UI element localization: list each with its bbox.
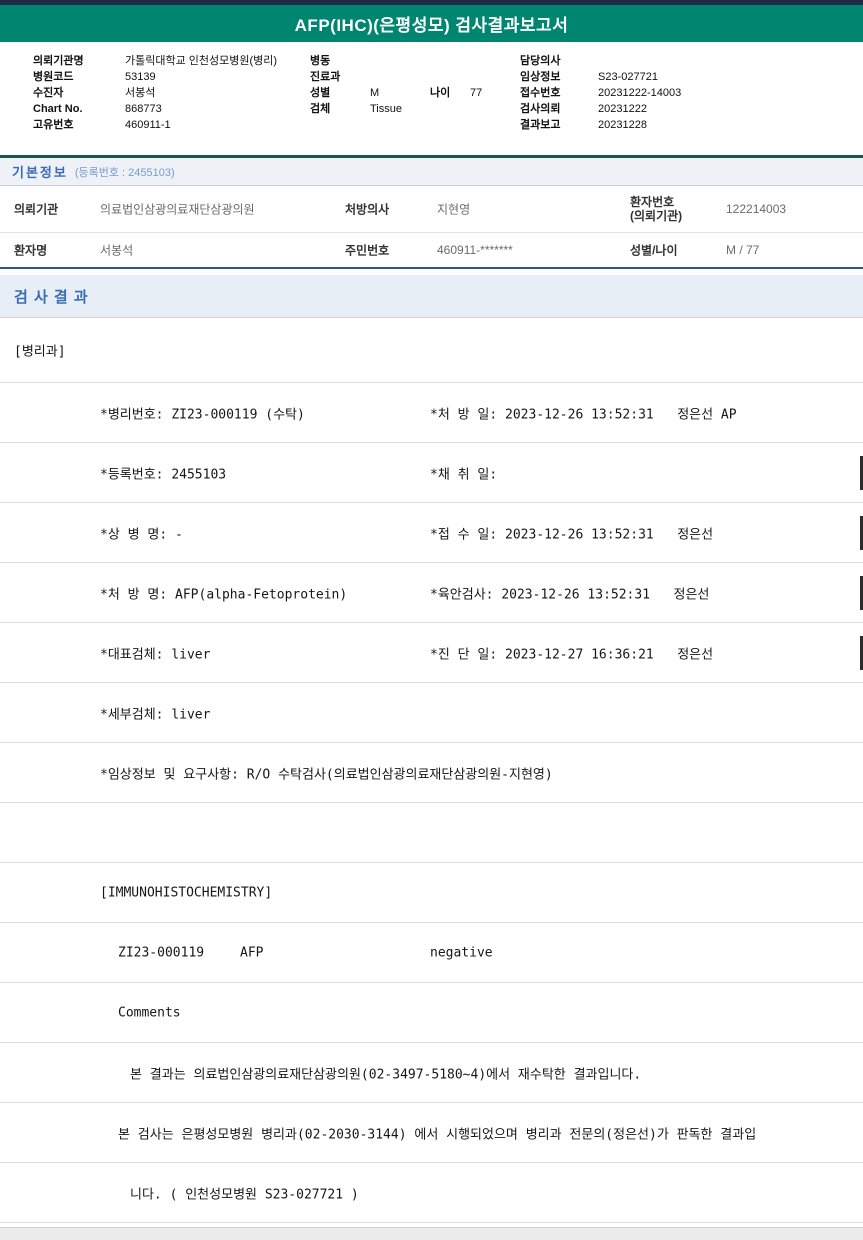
cell-label: 환자번호 (의뢰기관)	[630, 195, 682, 223]
result-text: *육안검사: 2023-12-26 13:52:31 정은선	[430, 583, 709, 602]
basic-info-table: 의뢰기관 의료법인삼광의료재단삼광의원 처방의사 지현영 환자번호 (의뢰기관)…	[0, 186, 863, 269]
report-page: AFP(IHC)(은평성모) 검사결과보고서 의뢰기관명 가톨릭대학교 인천성모…	[0, 0, 863, 1240]
field-label: 성별	[310, 85, 330, 101]
bottom-strip	[0, 1227, 863, 1240]
cell-value: M / 77	[726, 243, 759, 257]
result-row: 본 결과는 의료법인삼광의료재단삼광의원(02-3497-5180~4)에서 재…	[0, 1043, 863, 1103]
section-title: 검 사 결 과	[14, 286, 89, 307]
result-row-specimen: ZI23-000119 AFP negative	[0, 923, 863, 983]
field-value: 20231222-14003	[598, 85, 681, 101]
cell-label: 의뢰기관	[14, 201, 58, 218]
result-text: *임상정보 및 요구사항: R/O 수탁검사(의료법인삼광의료재단삼광의원-지현…	[100, 763, 553, 782]
field-label: 나이	[430, 85, 450, 101]
section-title: 기본정보	[12, 162, 68, 181]
field-value: S23-027721	[598, 69, 658, 85]
result-row: Comments	[0, 983, 863, 1043]
field-label: 진료과	[310, 69, 340, 85]
field-value: 20231228	[598, 117, 647, 133]
table-row: 환자명 서봉석 주민번호 460911-******* 성별/나이 M / 77	[0, 233, 863, 267]
result-text: 본 검사는 은평성모병원 병리과(02-2030-3144) 에서 시행되었으며…	[118, 1123, 756, 1142]
field-value: 가톨릭대학교 인천성모병원(병리)	[125, 53, 277, 69]
result-row: *처 방 명: AFP(alpha-Fetoprotein) *육안검사: 20…	[0, 563, 863, 623]
specimen-result: negative	[430, 945, 493, 960]
field-label: 수진자	[33, 85, 63, 101]
specimen-test-name: AFP	[240, 945, 263, 960]
cell-value: 지현영	[437, 201, 470, 218]
field-value: 460911-1	[125, 117, 171, 133]
patient-header: 의뢰기관명 가톨릭대학교 인천성모병원(병리) 병동 담당의사 병원코드 531…	[0, 42, 863, 146]
field-label: 의뢰기관명	[33, 53, 84, 69]
result-text: *세부검체: liver	[100, 703, 210, 722]
patient-header-row: 병원코드 53139 진료과 임상정보 S23-027721	[0, 69, 863, 85]
field-value: Tissue	[370, 101, 402, 117]
results-body: [병리과] *병리번호: ZI23-000119 (수탁) *처 방 일: 20…	[0, 318, 863, 1223]
cell-value: 460911-*******	[437, 243, 513, 257]
field-label: 접수번호	[520, 85, 560, 101]
field-value: 20231222	[598, 101, 647, 117]
patient-header-row: Chart No. 868773 검체 Tissue 검사의뢰 20231222	[0, 101, 863, 117]
result-text: Comments	[118, 1005, 181, 1020]
cell-label: 주민번호	[345, 242, 389, 259]
report-title: AFP(IHC)(은평성모) 검사결과보고서	[295, 11, 569, 36]
result-row: [IMMUNOHISTOCHEMISTRY]	[0, 863, 863, 923]
field-label: 결과보고	[520, 117, 560, 133]
report-titlebar: AFP(IHC)(은평성모) 검사결과보고서	[0, 5, 863, 42]
result-row: *대표검체: liver *진 단 일: 2023-12-27 16:36:21…	[0, 623, 863, 683]
specimen-code: ZI23-000119	[118, 945, 204, 960]
result-row: *등록번호: 2455103 *채 취 일:	[0, 443, 863, 503]
field-value: 서봉석	[125, 85, 155, 101]
result-text: *접 수 일: 2023-12-26 13:52:31 정은선	[430, 523, 713, 542]
result-text: *채 취 일:	[430, 463, 497, 482]
patient-header-row: 수진자 서봉석 성별 M 나이 77 접수번호 20231222-14003	[0, 85, 863, 101]
result-text: 본 결과는 의료법인삼광의료재단삼광의원(02-3497-5180~4)에서 재…	[130, 1063, 641, 1082]
result-row: *세부검체: liver	[0, 683, 863, 743]
result-text: 니다. ( 인천성모병원 S23-027721 )	[130, 1183, 359, 1202]
cell-label: 처방의사	[345, 201, 389, 218]
field-label: 검사의뢰	[520, 101, 560, 117]
result-row: 니다. ( 인천성모병원 S23-027721 )	[0, 1163, 863, 1223]
patient-header-row: 의뢰기관명 가톨릭대학교 인천성모병원(병리) 병동 담당의사	[0, 53, 863, 69]
result-row-empty	[0, 803, 863, 863]
result-text: [IMMUNOHISTOCHEMISTRY]	[100, 885, 272, 900]
results-section-header: 검 사 결 과	[0, 275, 863, 318]
result-text: *상 병 명: -	[100, 523, 183, 542]
result-text: *병리번호: ZI23-000119 (수탁)	[100, 403, 305, 422]
field-label: 병원코드	[33, 69, 73, 85]
result-text: *대표검체: liver	[100, 643, 210, 662]
cell-label: 환자명	[14, 242, 47, 259]
cell-label: 성별/나이	[630, 242, 678, 259]
result-text: *등록번호: 2455103	[100, 463, 226, 482]
result-text: *진 단 일: 2023-12-27 16:36:21 정은선	[430, 643, 713, 662]
result-text: [병리과]	[14, 341, 66, 360]
cell-value: 서봉석	[100, 242, 133, 259]
field-label: 임상정보	[520, 69, 560, 85]
field-label: 고유번호	[33, 117, 73, 133]
field-label: 병동	[310, 53, 330, 69]
result-row: [병리과]	[0, 318, 863, 383]
field-value: 53139	[125, 69, 156, 85]
field-value: M	[370, 85, 379, 101]
section-subtitle: (등록번호 : 2455103)	[75, 164, 175, 180]
result-row: *임상정보 및 요구사항: R/O 수탁검사(의료법인삼광의료재단삼광의원-지현…	[0, 743, 863, 803]
table-row: 의뢰기관 의료법인삼광의료재단삼광의원 처방의사 지현영 환자번호 (의뢰기관)…	[0, 186, 863, 233]
patient-header-row: 고유번호 460911-1 결과보고 20231228	[0, 117, 863, 133]
cell-value: 의료법인삼광의료재단삼광의원	[100, 201, 255, 218]
result-row: 본 검사는 은평성모병원 병리과(02-2030-3144) 에서 시행되었으며…	[0, 1103, 863, 1163]
result-row: *병리번호: ZI23-000119 (수탁) *처 방 일: 2023-12-…	[0, 383, 863, 443]
field-label: 담당의사	[520, 53, 560, 69]
result-text: *처 방 명: AFP(alpha-Fetoprotein)	[100, 583, 347, 602]
field-value: 868773	[125, 101, 162, 117]
basic-info-section-header: 기본정보 (등록번호 : 2455103)	[0, 155, 863, 186]
field-label: 검체	[310, 101, 330, 117]
result-text: *처 방 일: 2023-12-26 13:52:31 정은선 AP	[430, 403, 737, 422]
field-value: 77	[470, 85, 482, 101]
result-row: *상 병 명: - *접 수 일: 2023-12-26 13:52:31 정은…	[0, 503, 863, 563]
field-label: Chart No.	[33, 101, 83, 117]
cell-value: 122214003	[726, 202, 786, 216]
